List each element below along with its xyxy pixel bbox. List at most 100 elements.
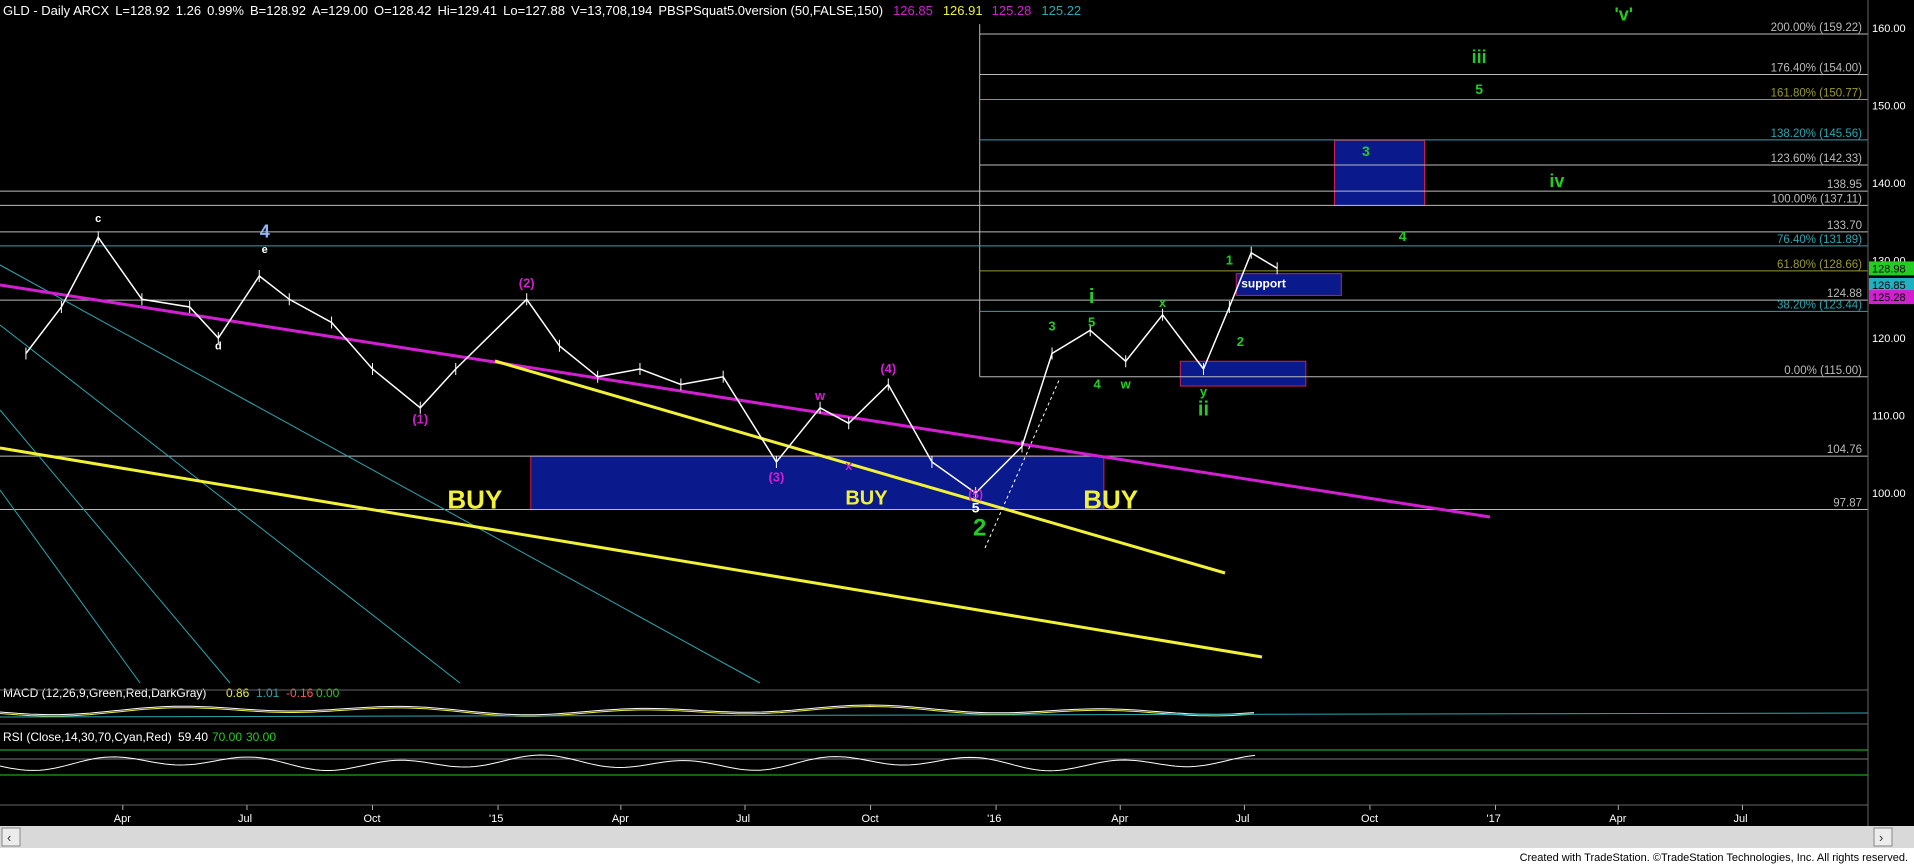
x-tick-label: '17 xyxy=(1486,813,1500,825)
wave-label: 5 xyxy=(1088,314,1095,329)
wave-label: BUY xyxy=(447,485,502,515)
header-symbol: GLD - Daily ARCX xyxy=(3,3,110,18)
wave-label: i xyxy=(1089,286,1095,308)
y-tick-label: 160.00 xyxy=(1872,23,1906,35)
wave-label: x xyxy=(1159,295,1167,310)
x-tick-label: Jul xyxy=(1733,813,1747,825)
wave-label: 2 xyxy=(1237,334,1244,349)
wave-label: (2) xyxy=(519,276,535,291)
header-ind-value-2: 126.91 xyxy=(943,3,983,18)
wave-label: (1) xyxy=(412,411,428,426)
wave-label: (3) xyxy=(768,469,784,484)
wave-label: iii xyxy=(1472,47,1487,67)
fib-label: 38.20% (123.44) xyxy=(1777,299,1862,311)
x-tick-label: Apr xyxy=(1609,813,1626,825)
wave-label: BUY xyxy=(1083,485,1138,515)
fib-label: 61.80% (128.66) xyxy=(1777,259,1862,271)
wave-label: 4 xyxy=(1399,228,1407,244)
header-ind-value-1: 126.85 xyxy=(893,3,933,18)
macd-value: 0.86 xyxy=(226,686,250,700)
header-change: 1.26 xyxy=(176,3,201,18)
fib-label: 100.00% (137.11) xyxy=(1771,193,1862,205)
wave-label: ii xyxy=(1198,399,1209,421)
x-tick-label: Jul xyxy=(1235,813,1249,825)
x-tick-label: Oct xyxy=(1361,813,1378,825)
fib-label: 76.40% (131.89) xyxy=(1777,234,1862,246)
macd-value: 0.00 xyxy=(316,686,340,700)
wave-label: iv xyxy=(1549,171,1564,191)
scroll-right-arrow-icon: › xyxy=(1879,830,1883,845)
price-label: 125.28 xyxy=(1872,292,1906,304)
x-tick-label: Jul xyxy=(238,813,252,825)
wave-label: 3 xyxy=(1362,143,1370,159)
header-open: O=128.42 xyxy=(374,3,431,18)
wave-label: 1 xyxy=(1226,252,1233,267)
rsi-value: 30.00 xyxy=(246,730,276,744)
wave-label: 5 xyxy=(1475,81,1483,97)
header-bid: B=128.92 xyxy=(250,3,306,18)
buy-zone-box xyxy=(530,455,1105,511)
x-tick-label: Apr xyxy=(612,813,629,825)
wave-label: BUY xyxy=(845,488,888,510)
wave-ii-box xyxy=(1179,360,1307,387)
fib-label: 161.80% (150.77) xyxy=(1771,88,1863,100)
fib-label: 97.87 xyxy=(1833,498,1862,510)
wave-label: w xyxy=(1120,376,1132,391)
scroll-left-arrow-icon: ‹ xyxy=(7,830,11,845)
header-indicator: PBSPSquat5.0version (50,FALSE,150) xyxy=(658,3,883,18)
wave-label: support xyxy=(1241,277,1286,291)
x-tick-label: Apr xyxy=(1111,813,1128,825)
wave-label: x xyxy=(845,458,853,473)
horizontal-scrollbar[interactable]: ‹ › xyxy=(0,826,1914,848)
macd-value: 1.01 xyxy=(256,686,280,700)
x-tick-label: '16 xyxy=(987,813,1001,825)
chart-header: GLD - Daily ARCX L=128.92 1.26 0.99% B=128.9… xyxy=(3,3,1081,18)
header-low: Lo=127.88 xyxy=(503,3,565,18)
target-box-3 xyxy=(1333,139,1426,206)
svg-text:GLD - Daily ARCXL=128.921.260.: GLD - Daily ARCX L=128.92 1.26 0.99% B=128.9… xyxy=(3,3,1081,18)
price-label: 128.98 xyxy=(1872,263,1906,275)
wave-label: d xyxy=(215,341,222,353)
wave-label: 2 xyxy=(973,515,986,542)
x-tick-label: Oct xyxy=(862,813,879,825)
wave-label: w xyxy=(814,388,826,403)
header-change-pct: 0.99% xyxy=(207,3,244,18)
tradestation-chart: GLD - Daily ARCX L=128.92 1.26 0.99% B=128.9… xyxy=(0,0,1914,866)
rsi-title: RSI (Close,14,30,70,Cyan,Red) xyxy=(3,730,172,744)
fib-label: 138.95 xyxy=(1827,179,1862,191)
fib-label: 104.76 xyxy=(1827,444,1862,456)
y-tick-label: 120.00 xyxy=(1872,333,1906,345)
y-tick-label: 140.00 xyxy=(1872,178,1906,190)
header-volume: V=13,708,194 xyxy=(571,3,652,18)
rsi-value: 59.40 xyxy=(178,730,208,744)
fib-label: 123.60% (142.33) xyxy=(1771,153,1863,165)
header-ask: A=129.00 xyxy=(312,3,368,18)
fib-label: 0.00% (115.00) xyxy=(1784,365,1862,377)
wave-label: 3 xyxy=(1048,318,1055,333)
macd-value: -0.16 xyxy=(286,686,314,700)
header-ind-value-3: 125.28 xyxy=(992,3,1032,18)
fib-label: 138.20% (145.56) xyxy=(1771,128,1863,140)
wave-label: 'v' xyxy=(1614,4,1633,24)
wave-label: 4 xyxy=(1093,376,1101,391)
wave-label: 5 xyxy=(972,499,980,515)
fib-label: 133.70 xyxy=(1827,220,1862,232)
x-tick-label: Jul xyxy=(736,813,750,825)
wave-label: 4 xyxy=(260,221,270,241)
y-tick-label: 100.00 xyxy=(1872,488,1906,500)
wave-label: c xyxy=(95,213,101,225)
wave-label: y xyxy=(1200,384,1208,399)
macd-title: MACD (12,26,9,Green,Red,DarkGray) xyxy=(3,686,206,700)
fib-label: 200.00% (159.22) xyxy=(1771,22,1863,34)
x-tick-label: Apr xyxy=(114,813,131,825)
fib-label: 176.40% (154.00) xyxy=(1771,63,1863,75)
header-high: Hi=129.41 xyxy=(438,3,498,18)
footer-credit: Created with TradeStation. ©TradeStation… xyxy=(1519,852,1908,864)
header-ind-value-4: 125.22 xyxy=(1041,3,1081,18)
wave-label: e xyxy=(262,244,268,256)
wave-label: (4) xyxy=(880,361,896,376)
rsi-value: 70.00 xyxy=(212,730,242,744)
header-last: L=128.92 xyxy=(115,3,170,18)
y-tick-label: 150.00 xyxy=(1872,101,1906,113)
y-tick-label: 110.00 xyxy=(1872,411,1905,423)
